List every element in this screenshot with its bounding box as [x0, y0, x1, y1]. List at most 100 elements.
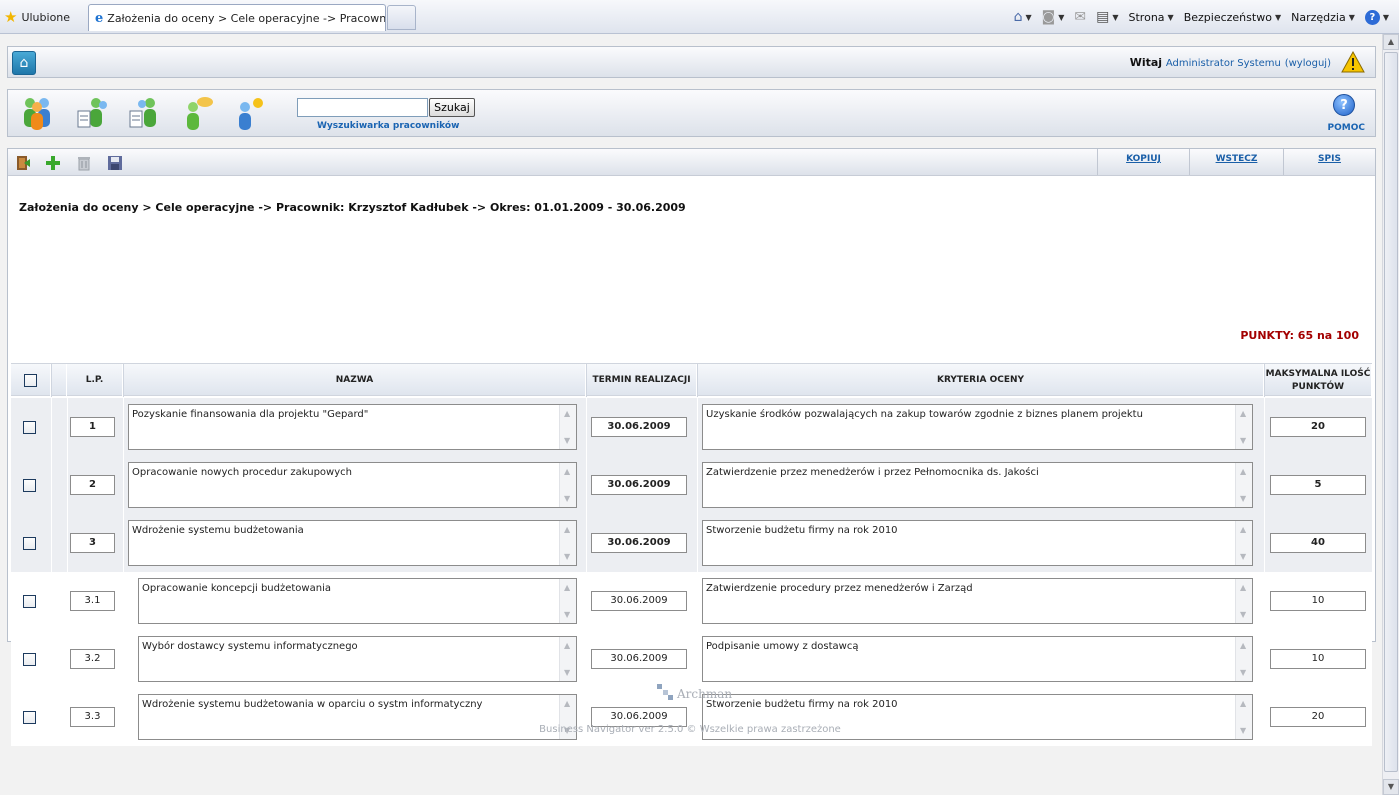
search-button[interactable]: Szukaj: [429, 98, 475, 117]
mail-button[interactable]: ✉: [1074, 9, 1086, 25]
lp-input[interactable]: 3: [70, 533, 115, 553]
new-tab-button[interactable]: [387, 5, 416, 30]
ie-icon: e: [95, 10, 104, 26]
deadline-input[interactable]: 30.06.2009: [591, 533, 687, 553]
name-textarea[interactable]: Wybór dostawcy systemu informatycznego ▲ ▼: [138, 636, 577, 682]
textarea-scrollbar[interactable]: ▲ ▼: [559, 579, 576, 623]
feeds-dropdown[interactable]: ◙ ▼: [1042, 9, 1065, 25]
help-icon[interactable]: ?: [1333, 94, 1355, 116]
employee-assessment-icon[interactable]: [128, 95, 162, 131]
list-link[interactable]: SPIS: [1283, 149, 1375, 175]
row-checkbox[interactable]: [23, 479, 36, 492]
criteria-textarea[interactable]: Podpisanie umowy z dostawcą ▲ ▼: [702, 636, 1253, 682]
tools-menu[interactable]: Narzędzia ▼: [1291, 11, 1355, 24]
row-checkbox[interactable]: [23, 537, 36, 550]
textarea-scrollbar[interactable]: ▲ ▼: [559, 521, 576, 565]
textarea-scrollbar[interactable]: ▲ ▼: [559, 405, 576, 449]
criteria-textarea[interactable]: Stworzenie budżetu firmy na rok 2010 ▲ ▼: [702, 520, 1253, 566]
select-all-checkbox[interactable]: [24, 374, 37, 387]
scroll-up-arrow[interactable]: ▲: [1383, 34, 1399, 50]
lp-input[interactable]: 3.2: [70, 649, 115, 669]
help-label[interactable]: POMOC: [1328, 123, 1365, 133]
security-menu-label: Bezpieczeństwo: [1183, 10, 1272, 24]
criteria-text: Podpisanie umowy z dostawcą: [706, 641, 859, 652]
textarea-scrollbar[interactable]: ▲ ▼: [1235, 463, 1252, 507]
copy-link[interactable]: KOPIUJ: [1097, 149, 1189, 175]
points-input[interactable]: 40: [1270, 533, 1366, 553]
module-toolbar: Szukaj Wyszukiwarka pracowników ? POMOC: [7, 89, 1376, 137]
points-input[interactable]: 10: [1270, 591, 1366, 611]
row-checkbox[interactable]: [23, 653, 36, 666]
spacer-header: [51, 364, 67, 397]
name-textarea[interactable]: Opracowanie koncepcji budżetowania ▲ ▼: [138, 578, 577, 624]
criteria-text: Uzyskanie środków pozwalających na zakup…: [706, 409, 1143, 420]
textarea-scrollbar[interactable]: ▲ ▼: [1235, 579, 1252, 623]
chevron-down-icon: ▼: [1025, 12, 1032, 22]
security-menu[interactable]: Bezpieczeństwo ▼: [1184, 11, 1281, 24]
lp-input[interactable]: 3.1: [70, 591, 115, 611]
page-menu[interactable]: Strona ▼: [1129, 11, 1174, 24]
add-icon[interactable]: [44, 154, 61, 171]
textarea-scrollbar[interactable]: ▲ ▼: [559, 637, 576, 681]
points-input[interactable]: 5: [1270, 475, 1366, 495]
scroll-down-arrow[interactable]: ▼: [1383, 779, 1399, 795]
name-text: Opracowanie koncepcji budżetowania: [142, 583, 331, 594]
row-checkbox[interactable]: [23, 421, 36, 434]
chevron-down-icon: ▼: [1058, 12, 1065, 22]
home-button[interactable]: ⌂: [12, 51, 36, 75]
lp-input[interactable]: 1: [70, 417, 115, 437]
deadline-input[interactable]: 30.06.2009: [591, 475, 687, 495]
user-name-link[interactable]: Administrator Systemu: [1166, 58, 1281, 69]
chevron-down-icon: ▼: [1382, 12, 1389, 22]
name-text: Wdrożenie systemu budżetowania: [132, 525, 304, 536]
textarea-scrollbar[interactable]: ▲ ▼: [1235, 521, 1252, 565]
name-textarea[interactable]: Wdrożenie systemu budżetowania ▲ ▼: [128, 520, 577, 566]
points-input[interactable]: 10: [1270, 649, 1366, 669]
favorites-button[interactable]: ★ Ulubione: [4, 7, 70, 27]
name-textarea[interactable]: Pozyskanie finansowania dla projektu "Ge…: [128, 404, 577, 450]
row-checkbox[interactable]: [23, 595, 36, 608]
deadline-input[interactable]: 30.06.2009: [591, 417, 687, 437]
employee-search-input[interactable]: [297, 98, 428, 117]
criteria-textarea[interactable]: Zatwierdzenie przez menedżerów i przez P…: [702, 462, 1253, 508]
name-text: Wybór dostawcy systemu informatycznego: [142, 641, 358, 652]
logout-link[interactable]: wyloguj: [1289, 58, 1327, 69]
help-icon: ?: [1364, 9, 1380, 25]
employee-messages-icon[interactable]: [180, 95, 214, 131]
tab-title: Założenia do oceny > Cele operacyjne -> …: [107, 11, 386, 25]
warning-icon[interactable]: [1341, 51, 1365, 73]
employee-documents-icon[interactable]: [76, 95, 110, 131]
textarea-scrollbar[interactable]: ▲ ▼: [559, 463, 576, 507]
textarea-scrollbar[interactable]: ▲ ▼: [1235, 405, 1252, 449]
deadline-input[interactable]: 30.06.2009: [591, 591, 687, 611]
logo-text: Archman: [677, 687, 733, 701]
page-scrollbar[interactable]: ▲ ▼: [1382, 34, 1399, 795]
lp-input[interactable]: 2: [70, 475, 115, 495]
help-menu[interactable]: ? ▼: [1364, 9, 1389, 25]
deadline-input[interactable]: 30.06.2009: [591, 649, 687, 669]
tools-menu-label: Narzędzia: [1291, 10, 1346, 24]
archman-logo: Archman: [656, 683, 732, 701]
browser-tab[interactable]: e Założenia do oceny > Cele operacyjne -…: [88, 4, 386, 31]
criteria-textarea[interactable]: Zatwierdzenie procedury przez menedżerów…: [702, 578, 1253, 624]
points-input[interactable]: 20: [1270, 417, 1366, 437]
textarea-scrollbar[interactable]: ▲ ▼: [1235, 637, 1252, 681]
back-link[interactable]: WSTECZ: [1189, 149, 1283, 175]
name-textarea[interactable]: Opracowanie nowych procedur zakupowych ▲ ▼: [128, 462, 577, 508]
chevron-down-icon: ▼: [1112, 12, 1119, 22]
home-dropdown[interactable]: ⌂ ▼: [1014, 9, 1032, 25]
table-row: 3.1 Opracowanie koncepcji budżetowania ▲ ▼…: [11, 572, 1372, 630]
criteria-text: Zatwierdzenie przez menedżerów i przez P…: [706, 467, 1039, 478]
scroll-thumb[interactable]: [1384, 52, 1398, 772]
exit-door-icon[interactable]: [14, 154, 31, 171]
table-row: 1 Pozyskanie finansowania dla projektu "…: [11, 398, 1372, 456]
employee-ideas-icon[interactable]: [232, 95, 266, 131]
chevron-down-icon: ▼: [1348, 12, 1355, 22]
row-checkbox[interactable]: [23, 711, 36, 724]
trash-icon[interactable]: [75, 154, 92, 171]
employees-group-icon[interactable]: [20, 95, 54, 131]
criteria-textarea[interactable]: Uzyskanie środków pozwalających na zakup…: [702, 404, 1253, 450]
save-icon[interactable]: [106, 154, 123, 171]
print-dropdown[interactable]: ▤ ▼: [1096, 9, 1118, 25]
page-content: ⌂ Witaj Administrator Systemu (wyloguj): [7, 46, 1376, 746]
